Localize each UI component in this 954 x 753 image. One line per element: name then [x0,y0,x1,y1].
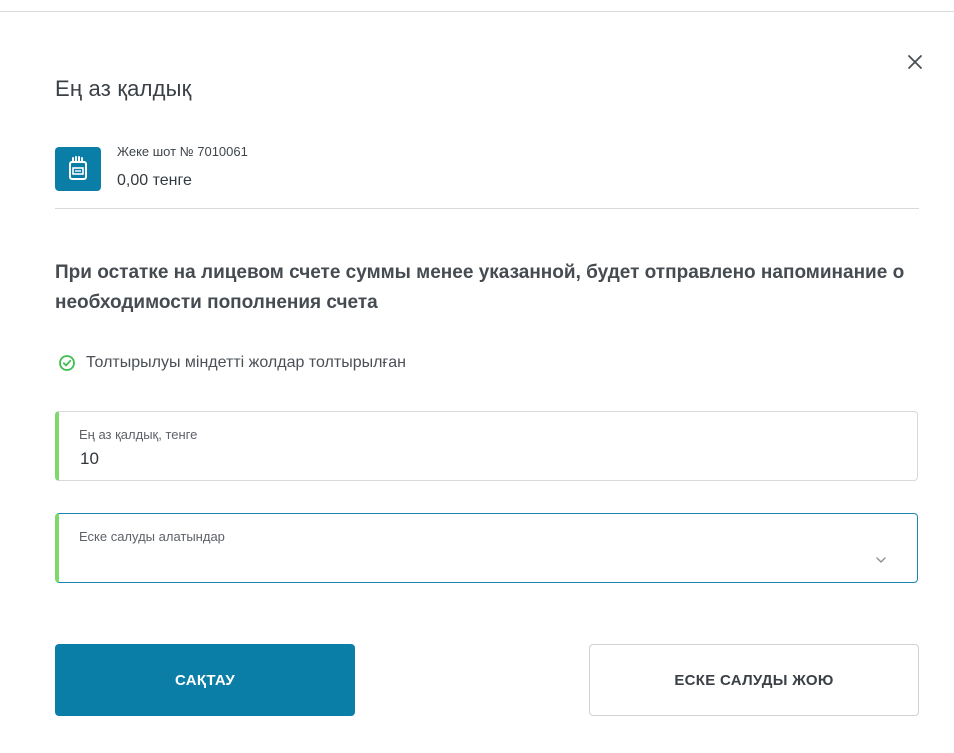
dialog-title: Ең аз қалдық [55,76,192,101]
recipients-select[interactable]: Еске салуды алатындар [55,513,918,583]
close-icon[interactable] [903,50,927,74]
min-balance-value[interactable]: 10 [80,449,99,469]
chevron-down-icon[interactable] [875,556,887,564]
min-balance-field[interactable]: Ең аз қалдық, тенге 10 [55,411,918,481]
account-number: Жеке шот № 7010061 [117,144,248,159]
save-button[interactable]: САҚТАУ [55,644,355,716]
check-circle-icon [59,355,75,371]
description-text: При остатке на лицевом счете суммы менее… [55,262,905,313]
account-balance: 0,00 тенге [117,172,192,189]
min-balance-dialog: Ең аз қалдық Жеке шот № 7010061 0,00 тен… [0,0,954,753]
validation-status-text: Толтырылуы міндетті жолдар толтырылған [86,354,406,371]
account-summary: Жеке шот № 7010061 0,00 тенге [55,142,919,209]
divider [0,11,954,12]
min-balance-label: Ең аз қалдық, тенге [79,427,198,442]
wallet-icon [55,147,101,191]
delete-reminder-button[interactable]: ЕСКЕ САЛУДЫ ЖОЮ [589,644,919,716]
validation-status: Толтырылуы міндетті жолдар толтырылған [58,352,406,374]
recipients-label: Еске салуды алатындар [79,529,225,544]
